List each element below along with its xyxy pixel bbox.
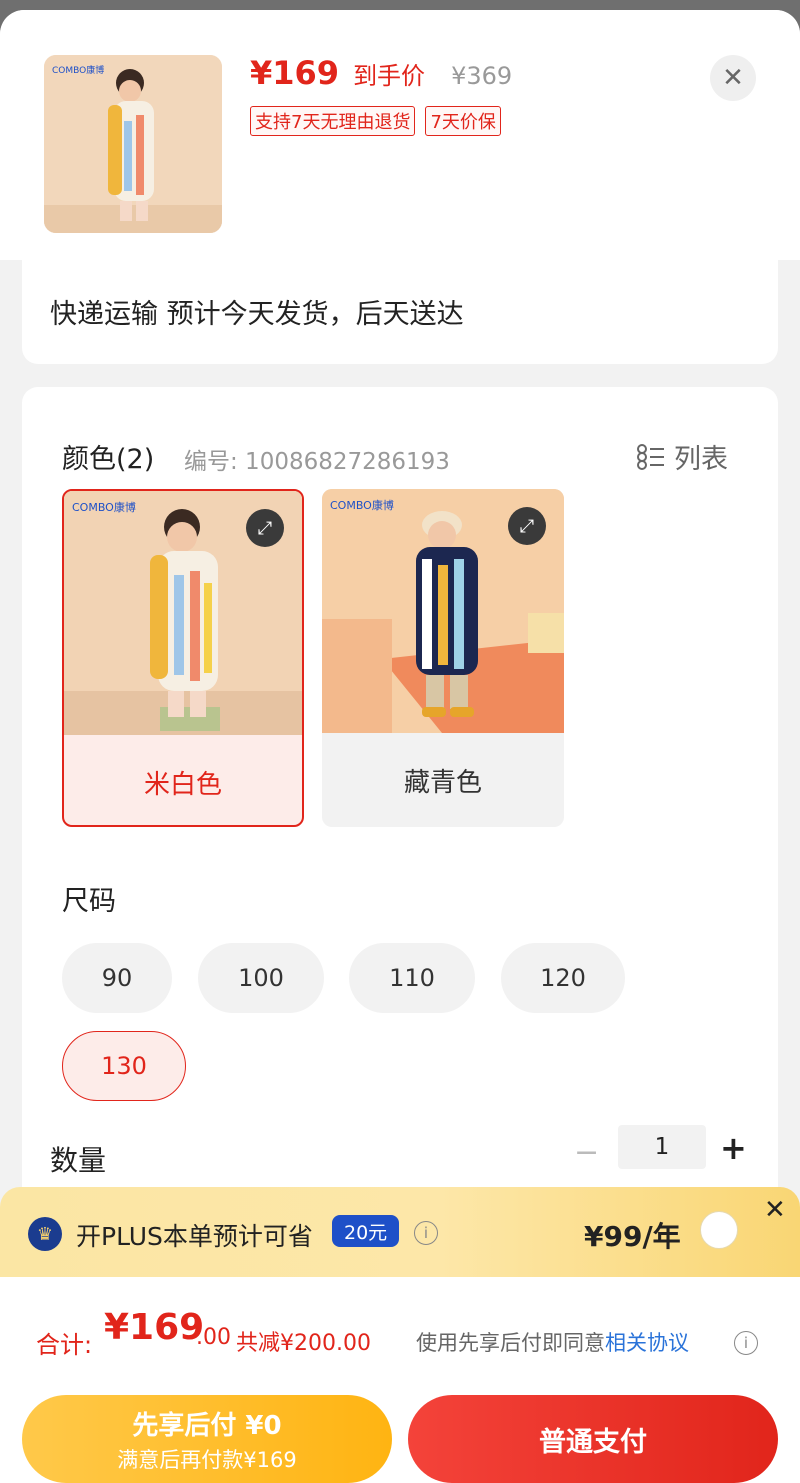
quantity-input[interactable]: 1 [618,1125,706,1169]
svg-text:COMBO康博: COMBO康博 [72,500,136,514]
color-option-label: 藏青色 [403,767,482,798]
svg-text:COMBO康博: COMBO康博 [52,64,104,76]
plus-promo-text: 开PLUS本单预计可省 [76,1222,313,1251]
bottom-actions: 先享后付 ¥0 满意后再付款¥169 普通支付 [0,1387,800,1483]
shipping-text: 快递运输 预计今天发货，后天送达 [50,299,464,330]
color-section-title: 颜色(2) [62,444,155,475]
final-price: ¥169 [250,54,340,92]
plus-promo-bar[interactable]: ♛ 开PLUS本单预计可省 20元 i ¥99/年 ✕ [0,1187,800,1277]
plus-savings-badge: 20元 [332,1215,400,1247]
size-option-110[interactable]: 110 [349,943,475,1013]
color-option-label: 米白色 [143,769,222,800]
service-tags: 支持7天无理由退货 7天价保 [250,106,501,136]
pay-later-subtitle: 满意后再付款¥169 [117,1447,297,1472]
price-row: ¥169 到手价 ¥369 [250,54,512,92]
plus-radio[interactable] [700,1211,738,1249]
product-code: 编号: 10086827286193 [184,449,450,475]
list-view-label: 列表 [674,444,728,475]
sheet-header: COMBO康博 ¥169 到手价 ¥369 支持7天无理由退货 7天价保 ✕ [0,10,800,260]
agreement-link[interactable]: 相关协议 [605,1331,689,1355]
size-option-120[interactable]: 120 [501,943,625,1013]
agreement-prefix: 使用先享后付即同意 [416,1331,605,1355]
total-discount: 共减¥200.00 [236,1331,371,1356]
size-section-title: 尺码 [62,886,116,917]
quantity-plus-button[interactable]: + [720,1129,747,1167]
normal-pay-button[interactable]: 普通支付 [408,1395,778,1483]
quantity-title: 数量 [50,1144,107,1177]
quantity-minus-button[interactable]: − [574,1135,599,1170]
color-option-navy[interactable]: COMBO康博 ⤢ 藏青色 [322,489,564,827]
close-button[interactable]: ✕ [710,55,756,101]
size-option-90[interactable]: 90 [62,943,172,1013]
plus-price: ¥99/年 [584,1220,681,1253]
original-price: ¥369 [451,62,513,90]
pay-later-title: 先享后付 ¥0 [132,1410,282,1441]
pay-later-button[interactable]: 先享后付 ¥0 满意后再付款¥169 [22,1395,392,1483]
info-icon[interactable]: i [734,1331,758,1355]
color-option-cream[interactable]: COMBO康博 ⤢ 米白色 [62,489,304,827]
total-cents: .00 [196,1325,231,1350]
final-price-label: 到手价 [353,62,426,90]
crown-icon: ♛ [28,1217,62,1251]
total-label: 合计: [36,1331,93,1359]
expand-icon[interactable]: ⤢ [246,509,284,547]
expand-icon[interactable]: ⤢ [508,507,546,545]
info-icon[interactable]: i [414,1221,438,1245]
plus-close-icon[interactable]: ✕ [764,1195,786,1225]
tag-return: 支持7天无理由退货 [250,106,416,136]
close-icon: ✕ [722,63,744,93]
tag-price-protect: 7天价保 [425,106,501,136]
size-option-100[interactable]: 100 [198,943,324,1013]
list-view-button[interactable]: 列表 [636,437,728,476]
svg-text:COMBO康博: COMBO康博 [330,498,394,512]
shipping-card: 快递运输 预计今天发货，后天送达 [22,260,778,364]
product-thumbnail[interactable]: COMBO康博 [44,55,222,233]
agreement-text: 使用先享后付即同意相关协议 [416,1327,689,1357]
size-option-130[interactable]: 130 [62,1031,186,1101]
list-icon [637,443,664,470]
total-bar: 合计: ¥169 .00 共减¥200.00 使用先享后付即同意相关协议 i [0,1277,800,1387]
sku-sheet: COMBO康博 ¥169 到手价 ¥369 支持7天无理由退货 7天价保 ✕ 快… [0,10,800,1483]
selection-card: 颜色(2) 编号: 10086827286193 列表 COMBO康博 ⤢ 米白… [22,387,778,1207]
total-amount: ¥169 [104,1307,205,1348]
